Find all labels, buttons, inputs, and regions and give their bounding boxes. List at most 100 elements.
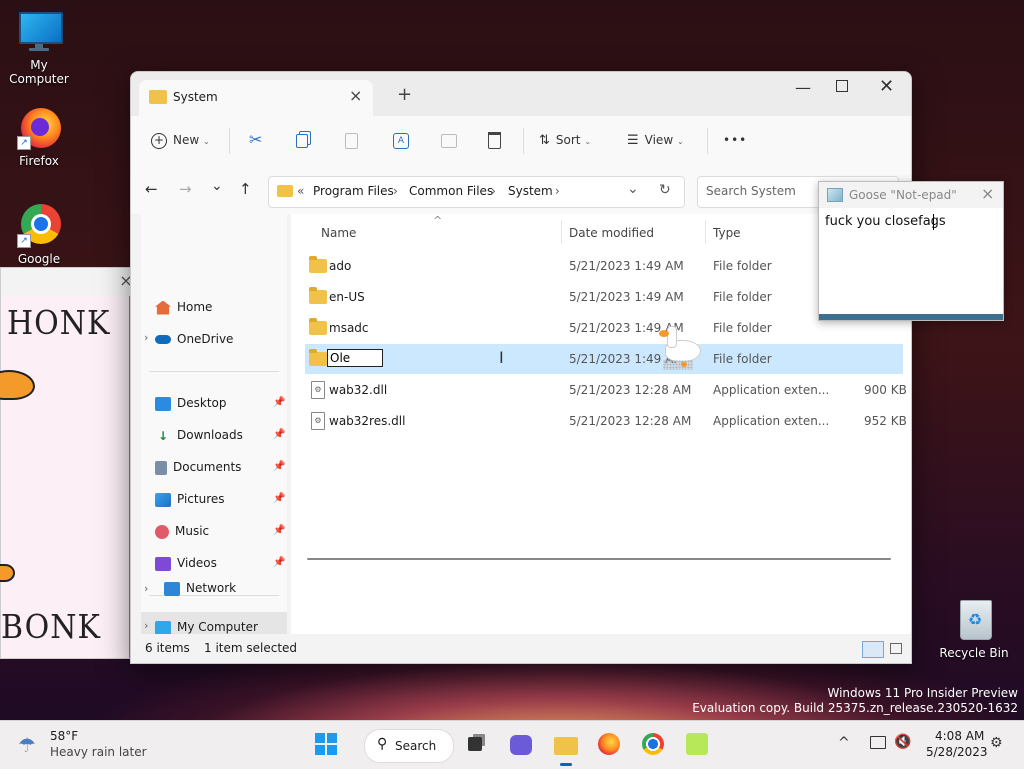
recent-chevron-icon[interactable]: ⌄ [211,178,223,194]
notifications-icon[interactable]: ⚙ [990,735,1003,751]
more-options-button[interactable]: ••• [723,128,747,152]
pin-icon[interactable]: 📌 [273,557,285,568]
nav-label: OneDrive [177,332,234,346]
nav-item-home[interactable]: Home [155,293,212,321]
search-input[interactable]: Search System [706,184,796,198]
breadcrumb-item-program-files[interactable]: Program Files [313,184,394,198]
goose-beak-shape [0,370,35,400]
desktop-icon-label: My Computer [9,58,69,86]
rename-button[interactable]: A [393,128,409,152]
breadcrumb-item-system[interactable]: System [508,184,553,198]
expand-chevron-icon[interactable]: › [144,582,148,595]
nav-label: Network [186,581,237,595]
details-view-button[interactable] [862,641,884,658]
refresh-icon[interactable]: ↻ [659,182,671,198]
desktop-icon-firefox[interactable]: ↗ Firefox [0,106,79,168]
pin-icon[interactable]: 📌 [273,397,285,408]
view-button[interactable]: ☰ View ⌄ [627,128,684,152]
sort-icon: ⇅ [539,133,550,148]
cut-button[interactable]: ✂ [249,128,262,152]
up-arrow-icon[interactable]: ↑ [239,180,252,198]
rename-input[interactable] [327,349,383,367]
close-window-button[interactable]: ✕ [879,76,894,97]
chrome-icon: ↗ [17,204,61,248]
clock-date[interactable]: 5/28/2023 [926,745,988,759]
shortcut-arrow-icon: ↗ [17,234,31,248]
copy-icon [296,133,308,148]
task-view-icon[interactable] [466,733,490,757]
nav-item-music[interactable]: Music [155,517,209,545]
nav-item-network[interactable]: Network [164,574,236,602]
notepad-text[interactable]: fuck you closefags [825,214,946,229]
table-row[interactable]: en-US 5/21/2023 1:49 AM File folder [305,282,903,312]
table-row-selected[interactable]: 5/21/2023 1:49 AM File folder [305,344,903,374]
file-name: en-US [329,290,365,304]
forward-arrow-icon[interactable]: → [179,180,192,198]
goose-app-taskbar-icon[interactable] [686,733,710,757]
close-tab-icon[interactable]: × [349,86,362,105]
taskbar-search-button[interactable]: ⚲ Search [364,729,454,763]
goose-app-icon [686,733,708,755]
network-icon[interactable] [870,736,886,749]
sort-button[interactable]: ⇅ Sort ⌄ [539,128,591,152]
start-button[interactable] [315,733,339,757]
taskbar-search-label: Search [395,739,437,753]
chrome-taskbar-icon[interactable] [642,733,666,757]
file-size: 952 KB [864,414,907,428]
copy-button[interactable] [296,128,308,152]
breadcrumb-item-common-files[interactable]: Common Files [409,184,493,198]
column-header-date[interactable]: Date modified [569,226,654,240]
nav-item-downloads[interactable]: ↓ Downloads [155,421,243,449]
desktop-icon-recycle-bin[interactable]: ♻ Recycle Bin [934,598,1014,660]
desktop-icon-my-computer[interactable]: My Computer [0,10,79,86]
nav-item-desktop[interactable]: Desktop [155,389,227,417]
delete-button[interactable] [488,128,501,152]
minimize-button[interactable]: — [795,78,811,97]
table-row[interactable]: ⚙ wab32.dll 5/21/2023 12:28 AM Applicati… [305,375,907,405]
table-row[interactable]: ⚙ wab32res.dll 5/21/2023 12:28 AM Applic… [305,406,907,436]
maximize-button[interactable] [836,80,848,92]
share-icon [441,133,457,148]
column-header-type[interactable]: Type [713,226,741,240]
tab-system[interactable]: System × [139,80,373,116]
table-row[interactable]: msadc 5/21/2023 1:49 AM File folder [305,313,903,343]
column-header-name[interactable]: Name [321,226,356,240]
paste-button[interactable] [345,128,358,152]
expand-chevron-icon[interactable]: › [144,619,148,632]
horizontal-scrollbar[interactable] [307,558,891,560]
breadcrumb-overflow[interactable]: « [297,184,304,198]
file-explorer-taskbar-icon[interactable] [554,733,578,766]
pin-icon[interactable]: 📌 [273,461,285,472]
new-button[interactable]: + New ⌄ [151,128,210,152]
chevron-right-icon: › [393,184,398,198]
firefox-taskbar-icon[interactable] [598,733,622,757]
weather-widget[interactable]: ☂ 58°F Heavy rain later [16,727,156,763]
pin-icon[interactable]: 📌 [273,429,285,440]
share-button[interactable] [441,128,457,152]
nav-item-onedrive[interactable]: OneDrive [155,325,233,353]
tiles-view-button[interactable] [890,643,902,654]
desktop-icon-google[interactable]: ↗ Google [0,204,79,266]
nav-item-documents[interactable]: Documents [155,453,241,481]
table-row[interactable]: ado 5/21/2023 1:49 AM File folder [305,251,903,281]
chat-icon[interactable] [510,733,534,757]
back-arrow-icon[interactable]: ← [145,180,158,198]
expand-chevron-icon[interactable]: › [144,331,148,344]
pin-icon[interactable]: 📌 [273,493,285,504]
nav-item-pictures[interactable]: Pictures [155,485,225,513]
address-dropdown-icon[interactable]: ⌄ [627,181,639,197]
address-bar[interactable]: « Program Files › Common Files › System … [268,176,685,208]
goose-sprite[interactable] [657,326,701,372]
pin-icon[interactable]: 📌 [273,525,285,536]
status-bar: 6 items 1 item selected [131,634,911,663]
close-icon[interactable]: × [981,184,994,203]
folder-icon [277,185,293,197]
folder-icon [149,90,167,104]
volume-muted-icon[interactable]: 🔇 [894,734,911,750]
show-hidden-icons-chevron[interactable]: ^ [838,735,850,751]
chrome-icon [642,733,664,755]
command-bar: + New ⌄ ✂ A ⇅ Sort ⌄ ☰ View ⌄ ••• [131,116,911,165]
clock-time[interactable]: 4:08 AM [935,729,984,743]
nav-item-videos[interactable]: Videos [155,549,217,577]
new-tab-button[interactable]: + [397,84,412,105]
